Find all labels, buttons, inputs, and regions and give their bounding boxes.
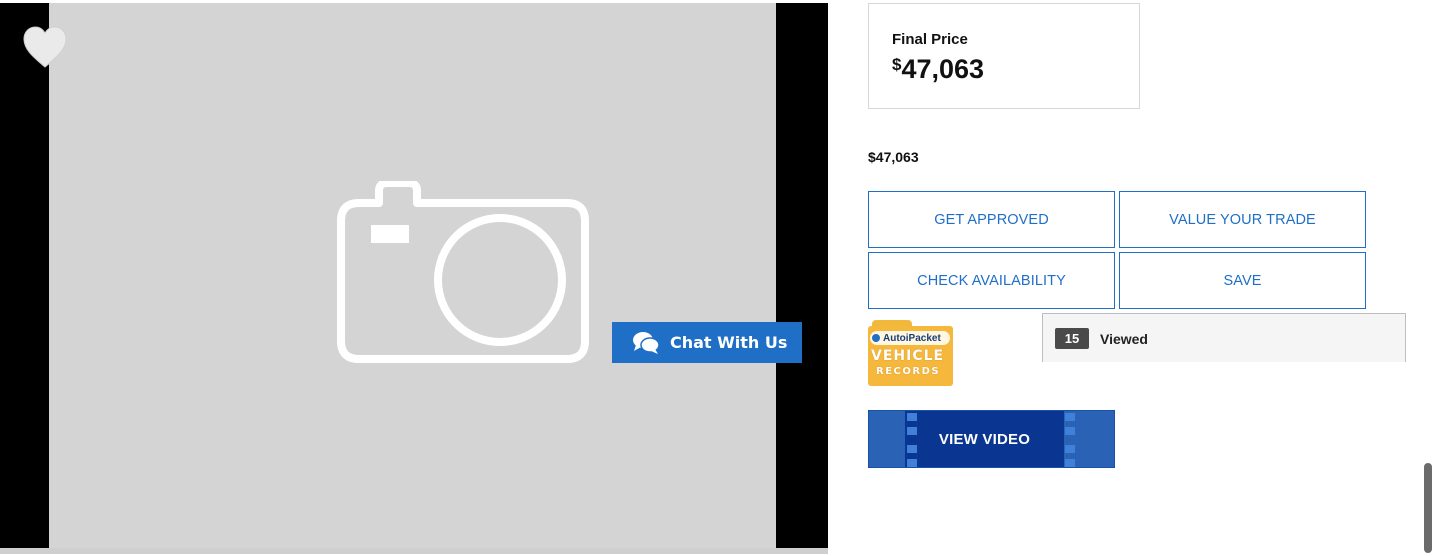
save-button[interactable]: SAVE xyxy=(1119,252,1366,309)
final-price-box: Final Price $ 47,063 xyxy=(868,3,1140,109)
chat-bubbles-icon xyxy=(632,331,660,355)
vehicle-records-line1: VEHICLE xyxy=(871,348,945,364)
viewed-counter: 15 Viewed xyxy=(1042,313,1406,362)
final-price-value: $ 47,063 xyxy=(892,54,984,85)
autopacket-logo-icon xyxy=(872,334,880,342)
view-video-label: VIEW VIDEO xyxy=(938,430,1031,448)
check-availability-button[interactable]: CHECK AVAILABILITY xyxy=(868,252,1115,309)
value-your-trade-button[interactable]: VALUE YOUR TRADE xyxy=(1119,191,1366,248)
camera-icon xyxy=(337,181,589,363)
vehicle-gallery xyxy=(0,3,828,548)
vehicle-image-placeholder[interactable] xyxy=(49,3,776,548)
view-video-button[interactable]: VIEW VIDEO xyxy=(868,410,1115,468)
currency-symbol: $ xyxy=(892,55,902,74)
final-price-amount: 47,063 xyxy=(901,54,985,84)
viewed-count-badge: 15 xyxy=(1055,328,1089,349)
vehicle-records-line2: RECORDS xyxy=(876,366,941,377)
chat-with-us-button[interactable]: Chat With Us xyxy=(612,322,802,363)
viewed-label: Viewed xyxy=(1100,331,1148,347)
autopacket-vehicle-records-badge[interactable]: AutoiPacket VEHICLE RECORDS xyxy=(866,318,956,388)
final-price-label: Final Price xyxy=(892,31,968,48)
secondary-price: $47,063 xyxy=(868,149,919,165)
get-approved-button[interactable]: GET APPROVED xyxy=(868,191,1115,248)
film-strip-left xyxy=(869,411,905,467)
heart-icon[interactable] xyxy=(22,25,68,71)
gallery-bottom-bar xyxy=(0,548,828,554)
chat-label: Chat With Us xyxy=(670,333,788,352)
autopacket-brand: AutoiPacket xyxy=(870,331,950,345)
scrollbar-thumb[interactable] xyxy=(1424,463,1432,553)
